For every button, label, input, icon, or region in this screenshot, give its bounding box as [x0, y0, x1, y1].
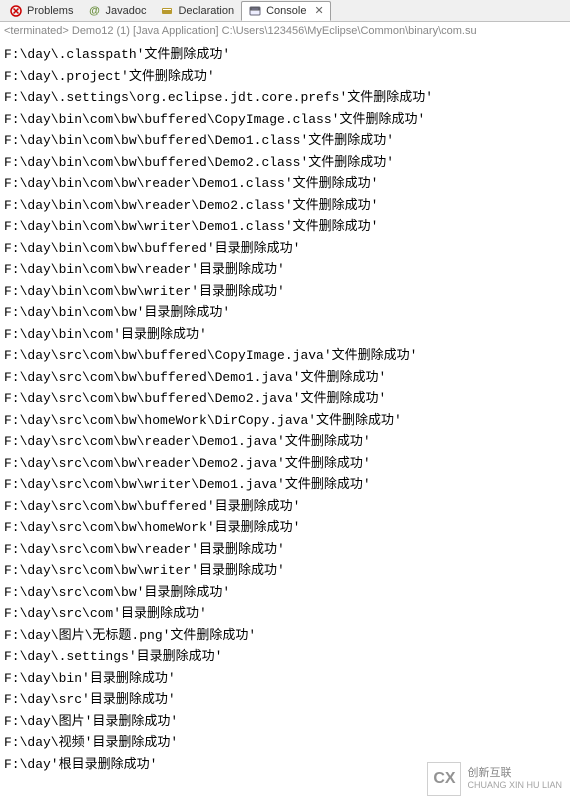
console-line: F:\day\src\com\bw\buffered'目录删除成功' — [4, 496, 566, 518]
console-line: F:\day\.settings'目录删除成功' — [4, 646, 566, 668]
console-line: F:\day\src\com'目录删除成功' — [4, 603, 566, 625]
tab-problems[interactable]: Problems — [2, 1, 80, 21]
console-line: F:\day\src\com\bw\homeWork\DirCopy.java'… — [4, 410, 566, 432]
tab-console[interactable]: Console ✕ — [241, 1, 331, 21]
console-output: F:\day\.classpath'文件删除成功'F:\day\.project… — [0, 40, 570, 779]
console-line: F:\day\bin'目录删除成功' — [4, 668, 566, 690]
close-icon[interactable]: ✕ — [314, 4, 323, 17]
watermark-logo: CX — [427, 762, 461, 796]
console-line: F:\day\src\com\bw\reader'目录删除成功' — [4, 539, 566, 561]
console-line: F:\day\视频'目录删除成功' — [4, 732, 566, 754]
console-line: F:\day\src\com\bw\reader\Demo2.java'文件删除… — [4, 453, 566, 475]
console-line: F:\day\.project'文件删除成功' — [4, 66, 566, 88]
console-line: F:\day\src\com\bw\homeWork'目录删除成功' — [4, 517, 566, 539]
view-tabs: Problems @ Javadoc Declaration Console ✕ — [0, 0, 570, 22]
console-line: F:\day\图片\无标题.png'文件删除成功' — [4, 625, 566, 647]
console-line: F:\day\src\com\bw\buffered\Demo2.java'文件… — [4, 388, 566, 410]
tab-label: Javadoc — [105, 5, 146, 17]
tab-javadoc[interactable]: @ Javadoc — [80, 1, 153, 21]
watermark-text: 创新互联 CHUANG XIN HU LIAN — [467, 767, 562, 791]
problems-icon — [9, 4, 23, 18]
console-line: F:\day\bin\com\bw\writer\Demo1.class'文件删… — [4, 216, 566, 238]
console-line: F:\day\src\com\bw\writer'目录删除成功' — [4, 560, 566, 582]
tab-label: Console — [266, 5, 306, 17]
console-line: F:\day\bin\com\bw\buffered\CopyImage.cla… — [4, 109, 566, 131]
console-line: F:\day\src\com\bw\reader\Demo1.java'文件删除… — [4, 431, 566, 453]
console-line: F:\day\bin\com\bw\buffered'目录删除成功' — [4, 238, 566, 260]
console-line: F:\day\bin\com\bw'目录删除成功' — [4, 302, 566, 324]
console-line: F:\day\bin\com\bw\reader\Demo1.class'文件删… — [4, 173, 566, 195]
javadoc-icon: @ — [87, 4, 101, 18]
console-line: F:\day\bin\com\bw\buffered\Demo2.class'文… — [4, 152, 566, 174]
console-line: F:\day\bin\com'目录删除成功' — [4, 324, 566, 346]
declaration-icon — [160, 4, 174, 18]
console-line: F:\day\src'目录删除成功' — [4, 689, 566, 711]
tab-declaration[interactable]: Declaration — [153, 1, 241, 21]
console-line: F:\day\bin\com\bw\writer'目录删除成功' — [4, 281, 566, 303]
watermark-zh: 创新互联 — [467, 767, 562, 780]
console-line: F:\day\src\com\bw\buffered\CopyImage.jav… — [4, 345, 566, 367]
console-line: F:\day\bin\com\bw\reader\Demo2.class'文件删… — [4, 195, 566, 217]
terminated-status: <terminated> Demo12 (1) [Java Applicatio… — [0, 22, 570, 40]
console-line: F:\day\.classpath'文件删除成功' — [4, 44, 566, 66]
console-line: F:\day\bin\com\bw\reader'目录删除成功' — [4, 259, 566, 281]
console-line: F:\day\src\com\bw'目录删除成功' — [4, 582, 566, 604]
watermark: CX 创新互联 CHUANG XIN HU LIAN — [427, 762, 562, 796]
console-line: F:\day\图片'目录删除成功' — [4, 711, 566, 733]
console-line: F:\day\bin\com\bw\buffered\Demo1.class'文… — [4, 130, 566, 152]
console-line: F:\day\src\com\bw\buffered\Demo1.java'文件… — [4, 367, 566, 389]
console-line: F:\day\.settings\org.eclipse.jdt.core.pr… — [4, 87, 566, 109]
tab-label: Problems — [27, 5, 73, 17]
tab-label: Declaration — [178, 5, 234, 17]
console-line: F:\day\src\com\bw\writer\Demo1.java'文件删除… — [4, 474, 566, 496]
console-icon — [248, 4, 262, 18]
watermark-en: CHUANG XIN HU LIAN — [467, 780, 562, 791]
